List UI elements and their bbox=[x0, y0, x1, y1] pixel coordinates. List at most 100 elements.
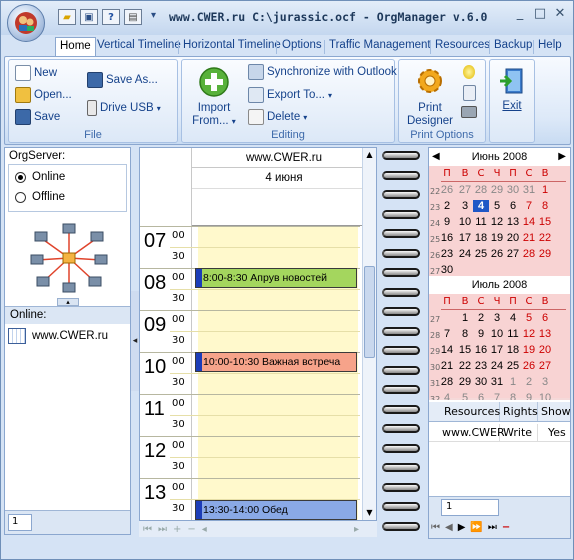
calendar-day[interactable]: 27 bbox=[457, 184, 473, 196]
calendar-day[interactable]: 29 bbox=[489, 184, 505, 196]
save-icon[interactable]: ▣ bbox=[80, 9, 98, 25]
save-button[interactable]: Save bbox=[15, 109, 60, 125]
calendar-day[interactable]: 18 bbox=[473, 232, 489, 244]
calendar-day[interactable]: 5 bbox=[521, 312, 537, 324]
calendar-day[interactable]: 26 bbox=[439, 184, 455, 196]
calendar-day[interactable]: 19 bbox=[521, 344, 537, 356]
calendar-day[interactable]: 29 bbox=[537, 248, 553, 260]
vertical-scrollbar[interactable]: ▲ ▼ bbox=[362, 148, 376, 520]
prev-month-icon[interactable]: ◀ bbox=[432, 148, 440, 166]
delete-record-icon[interactable]: − bbox=[187, 524, 195, 535]
calendar-day[interactable]: 21 bbox=[439, 360, 455, 372]
calendar-day[interactable]: 8 bbox=[537, 200, 553, 212]
calendar-day[interactable]: 13 bbox=[505, 216, 521, 228]
drive-usb-button[interactable]: Drive USB ▾ bbox=[87, 100, 161, 116]
next-page-icon[interactable]: ⏩ bbox=[470, 522, 482, 533]
calendar-day[interactable]: 10 bbox=[457, 216, 473, 228]
calendar-day[interactable]: 26 bbox=[521, 360, 537, 372]
resources-column-header[interactable]: Resources bbox=[429, 402, 500, 421]
scroll-up-icon[interactable]: ▲ bbox=[364, 150, 375, 160]
prev-record-icon[interactable]: ◀ bbox=[445, 522, 453, 533]
close-button[interactable]: ✕ bbox=[549, 6, 571, 24]
tab-home[interactable]: Home bbox=[55, 37, 96, 57]
calendar-day[interactable]: 1 bbox=[537, 184, 553, 196]
prev-record-icon[interactable]: ⏭ bbox=[158, 524, 167, 535]
calendar-day[interactable]: 20 bbox=[537, 344, 553, 356]
calendar-day[interactable]: 22 bbox=[457, 360, 473, 372]
last-record-icon[interactable]: ⏭ bbox=[488, 522, 497, 533]
new-button[interactable]: New bbox=[15, 65, 57, 81]
calendar-day[interactable]: 28 bbox=[473, 184, 489, 196]
calendar-day[interactable]: 3 bbox=[489, 312, 505, 324]
calendar-day[interactable]: 16 bbox=[439, 232, 455, 244]
scroll-thumb[interactable] bbox=[364, 266, 375, 358]
calendar-day[interactable]: 30 bbox=[505, 184, 521, 196]
export-button[interactable]: Export To... ▾ bbox=[248, 87, 332, 103]
lightbulb-icon[interactable] bbox=[463, 65, 475, 79]
calendar-day[interactable]: 4 bbox=[505, 312, 521, 324]
qat-dropdown-icon[interactable]: ▾ bbox=[151, 10, 156, 21]
appointment-item[interactable]: 10:00-10:30 Важная встреча bbox=[195, 352, 357, 372]
tab-traffic-management[interactable]: Traffic Management bbox=[325, 37, 435, 57]
scroll-down-icon[interactable]: ▼ bbox=[364, 508, 375, 518]
next-record-icon[interactable]: ▶ bbox=[458, 522, 466, 533]
first-record-icon[interactable]: ⏮ bbox=[431, 522, 440, 533]
appointment-item[interactable]: 13:30-14:00 Обед bbox=[195, 500, 357, 520]
calendar-day[interactable]: 6 bbox=[505, 200, 521, 212]
calendar-day[interactable]: 17 bbox=[457, 232, 473, 244]
printer-icon[interactable] bbox=[461, 106, 477, 118]
calendar-day[interactable]: 3 bbox=[537, 376, 553, 388]
calendar-day[interactable]: 31 bbox=[521, 184, 537, 196]
server-list-item[interactable]: www.CWER.ru bbox=[8, 328, 108, 344]
collapse-up-icon[interactable]: ▴ bbox=[57, 298, 79, 306]
calendar-day[interactable]: 30 bbox=[473, 376, 489, 388]
tab-backup[interactable]: Backup bbox=[490, 37, 536, 57]
calendar-day[interactable]: 24 bbox=[489, 360, 505, 372]
calendar-day[interactable]: 14 bbox=[521, 216, 537, 228]
calendar-day[interactable]: 12 bbox=[521, 328, 537, 340]
calendar-day[interactable]: 12 bbox=[489, 216, 505, 228]
offline-radio[interactable]: Offline bbox=[15, 191, 65, 203]
calendar-day[interactable]: 7 bbox=[521, 200, 537, 212]
scroll-right-icon[interactable]: ▸ bbox=[354, 524, 359, 535]
calendar-day[interactable]: 6 bbox=[537, 312, 553, 324]
tab-help[interactable]: Help bbox=[534, 37, 566, 57]
calendar-day[interactable]: 11 bbox=[505, 328, 521, 340]
minimize-button[interactable]: _ bbox=[509, 6, 531, 24]
calendar-day[interactable]: 15 bbox=[537, 216, 553, 228]
calendar-day[interactable]: 15 bbox=[457, 344, 473, 356]
all-day-area[interactable] bbox=[192, 188, 376, 226]
calendar-day[interactable]: 27 bbox=[505, 248, 521, 260]
synchronize-outlook-button[interactable]: Synchronize with Outlook bbox=[248, 64, 397, 80]
calendar-day[interactable]: 1 bbox=[457, 312, 473, 324]
tab-horizontal-timeline[interactable]: Horizontal Timeline bbox=[179, 37, 285, 57]
calendar-day[interactable]: 27 bbox=[537, 360, 553, 372]
appointment-item[interactable]: 8:00-8:30 Апрув новостей bbox=[195, 268, 357, 288]
calendar-day[interactable]: 24 bbox=[457, 248, 473, 260]
table-row[interactable]: www.CWER Write Yes bbox=[429, 424, 570, 442]
calendar-day[interactable]: 25 bbox=[473, 248, 489, 260]
rights-column-header[interactable]: Rights bbox=[500, 402, 538, 421]
record-input[interactable]: 1 bbox=[441, 499, 499, 516]
open-button[interactable]: Open... bbox=[15, 87, 72, 103]
open-folder-icon[interactable]: ▰ bbox=[58, 9, 76, 25]
calendar-day[interactable]: 9 bbox=[439, 216, 455, 228]
calendar-day[interactable]: 30 bbox=[439, 264, 455, 276]
calendar-day[interactable]: 23 bbox=[439, 248, 455, 260]
calendar-day[interactable]: 20 bbox=[505, 232, 521, 244]
calendar-day[interactable]: 8 bbox=[457, 328, 473, 340]
calendar-day[interactable]: 7 bbox=[439, 328, 455, 340]
help-icon[interactable]: ? bbox=[102, 9, 120, 25]
print-designer-button[interactable]: Print Designer bbox=[403, 64, 457, 128]
print-icon[interactable]: ▤ bbox=[124, 9, 142, 25]
import-button[interactable]: Import From... ▾ bbox=[188, 66, 240, 128]
calendar-day[interactable]: 17 bbox=[489, 344, 505, 356]
tab-options[interactable]: Options bbox=[278, 37, 326, 57]
calendar-day[interactable]: 22 bbox=[537, 232, 553, 244]
calendar-day[interactable]: 13 bbox=[537, 328, 553, 340]
show-column-header[interactable]: Show bbox=[538, 402, 571, 421]
calendar-day[interactable]: 9 bbox=[473, 328, 489, 340]
calendar-day[interactable]: 16 bbox=[473, 344, 489, 356]
calendar-day[interactable]: 28 bbox=[521, 248, 537, 260]
calendar-day[interactable]: 31 bbox=[489, 376, 505, 388]
